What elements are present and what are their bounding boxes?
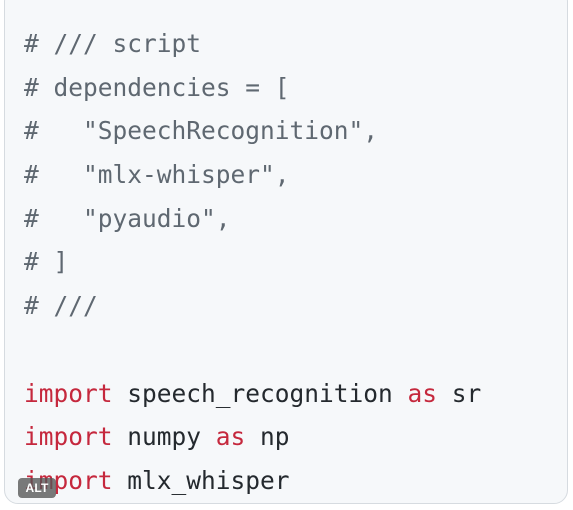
code-line: # "SpeechRecognition", [24,109,481,153]
code-comment: # dependencies = [ [24,72,290,102]
code-snippet-card: # /// script # dependencies = [ # "SpeechR… [4,0,568,504]
code-comment: # "SpeechRecognition", [24,116,379,146]
code-line: # dependencies = [ [24,66,481,110]
alt-text-badge[interactable]: ALT [18,478,56,498]
code-block: # /// script # dependencies = [ # "SpeechR… [24,22,481,503]
code-line: import numpy as np [24,415,481,459]
code-keyword: as [215,422,246,452]
code-comment: # "mlx-whisper", [24,160,290,190]
code-line: # "pyaudio", [24,197,481,241]
code-comment: # /// [24,291,98,321]
code-text: np [245,422,290,452]
code-line: # ] [24,240,481,284]
code-line: import speech_recognition as sr [24,372,481,416]
code-line: ​ [24,328,481,372]
code-line: import mlx_whisper [24,459,481,503]
code-keyword: as [407,378,438,408]
code-comment: # /// script [24,29,202,58]
code-text: numpy [112,422,216,452]
code-keyword: import [24,378,113,408]
code-text: mlx_whisper [112,465,290,495]
code-line: # "mlx-whisper", [24,153,481,197]
code-comment: # "pyaudio", [24,203,231,233]
code-text: sr [437,378,482,408]
code-line: # /// script [24,22,481,66]
code-comment: # ] [24,247,69,277]
code-keyword: import [24,422,113,452]
code-line: # /// [24,284,481,328]
code-text: speech_recognition [112,378,408,408]
